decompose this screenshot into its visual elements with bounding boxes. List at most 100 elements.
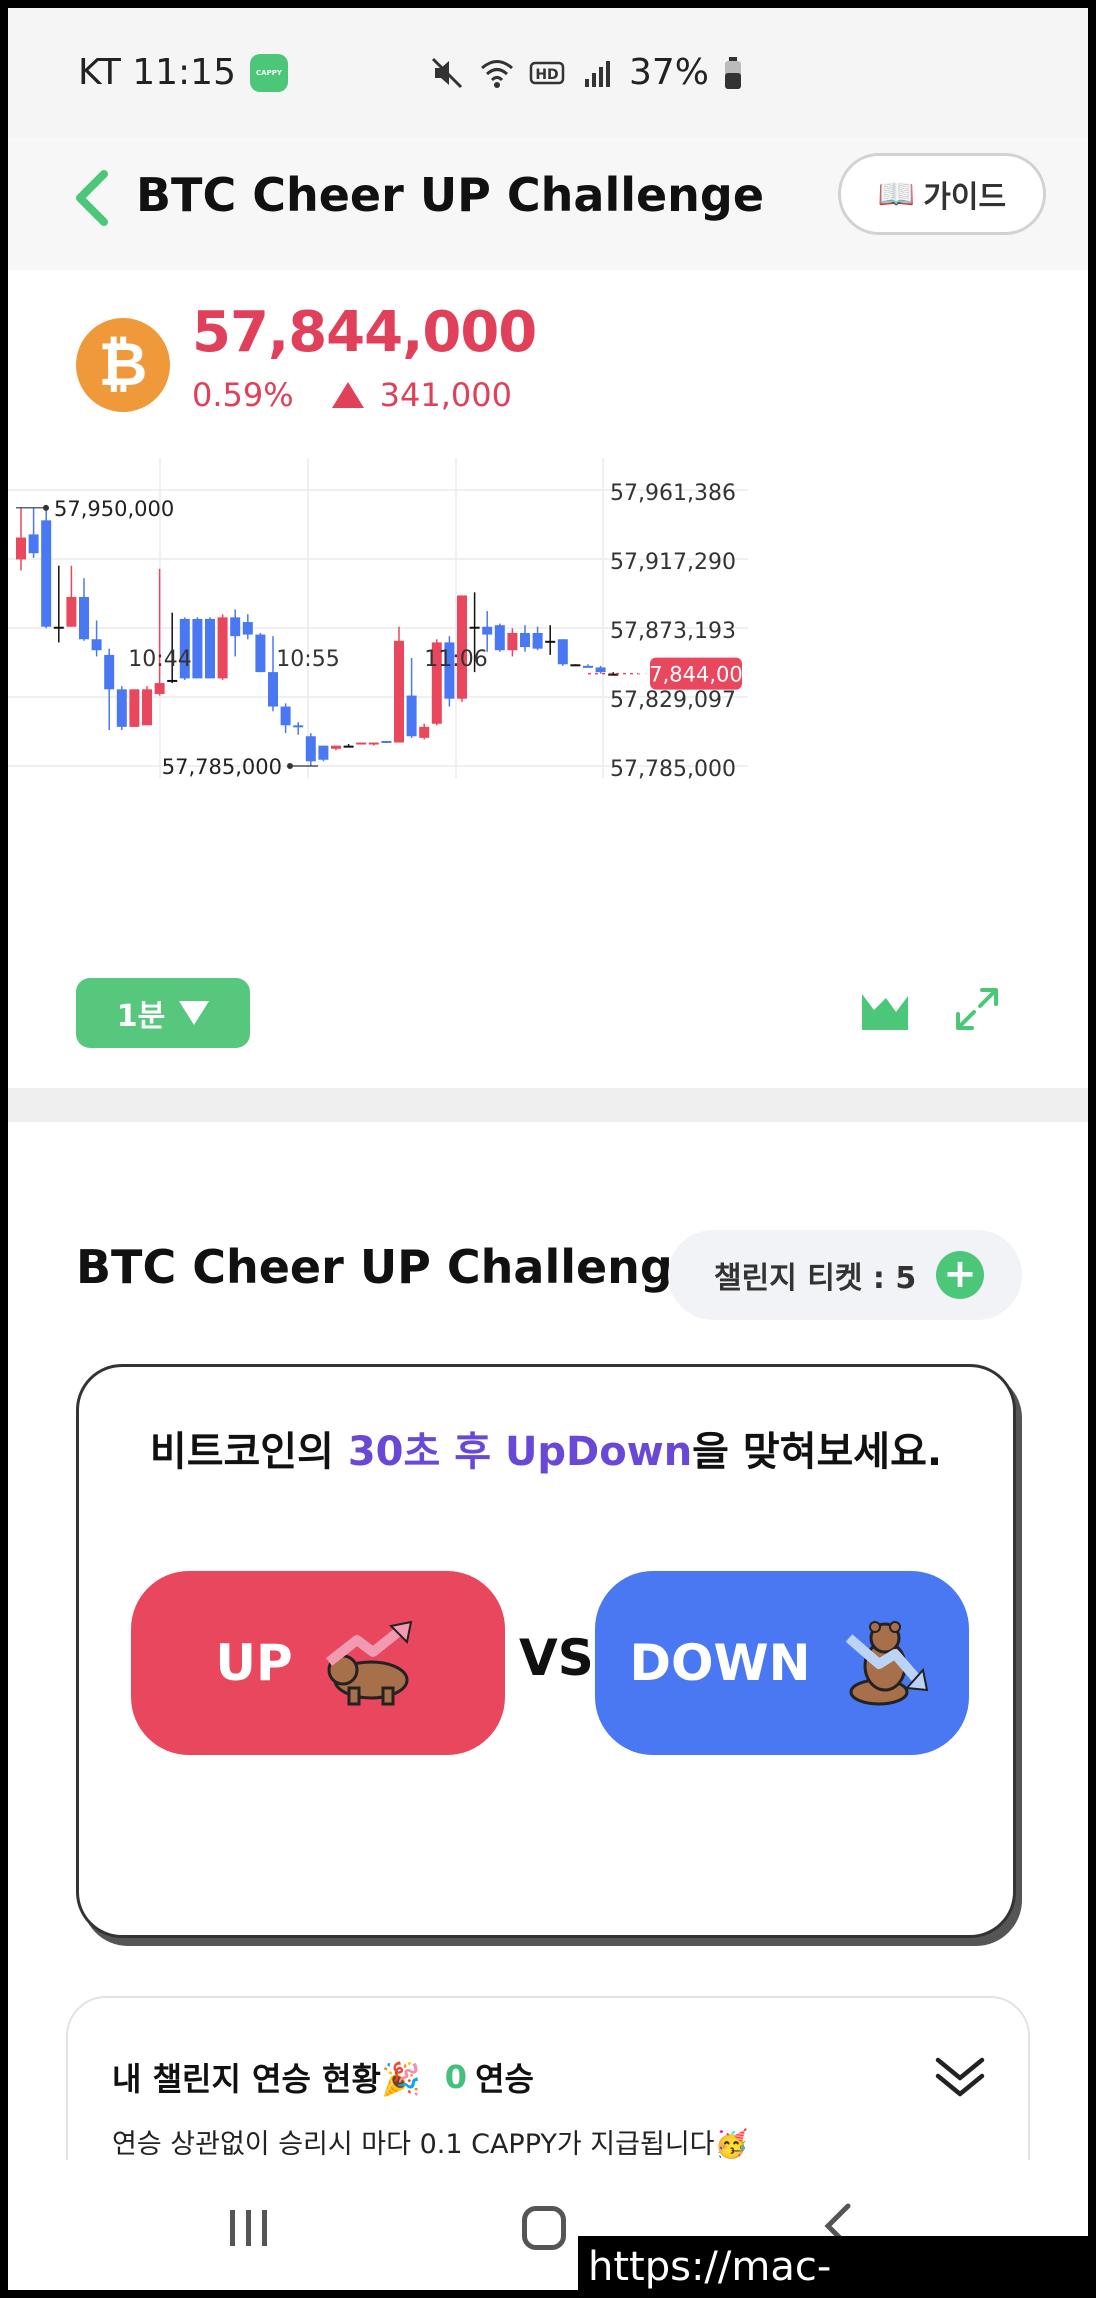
page-title: BTC Cheer UP Challenge — [136, 168, 765, 222]
battery-percent: 37% — [628, 52, 709, 93]
y-tick-label: 57,873,193 — [610, 619, 736, 644]
candle-body — [293, 725, 304, 728]
candle-body — [91, 639, 102, 651]
streak-count: 0 — [444, 2058, 468, 2096]
chart-candles — [16, 507, 619, 766]
candle-body — [142, 689, 152, 726]
status-bar: KT 11:15 CAPPY HD 37% — [8, 8, 1088, 138]
candle-body — [242, 622, 253, 635]
candle-body — [230, 617, 241, 637]
candle-body — [16, 537, 26, 560]
change-percent: 0.59% — [192, 376, 294, 414]
carrier-time: KT 11:15 — [78, 52, 236, 93]
battery-icon — [725, 56, 741, 89]
current-price-label: 57,844,000 — [636, 663, 756, 687]
y-tick-label: 57,917,290 — [610, 550, 736, 575]
price-change: 0.59% 341,000 — [192, 376, 512, 414]
candle-body — [66, 597, 77, 627]
candle-body — [570, 664, 581, 667]
svg-text:HD: HD — [535, 67, 558, 83]
ticket-label: 챌린지 티켓 : 5 — [714, 1261, 917, 1296]
x-tick-label: 11:06 — [424, 647, 487, 672]
high-label: 57,950,000 — [54, 497, 174, 521]
up-triangle-icon — [331, 382, 364, 408]
bull-up-icon — [325, 1620, 412, 1706]
y-tick-label: 57,785,000 — [610, 757, 736, 782]
candle-body — [53, 626, 64, 629]
question-prefix: 비트코인의 — [149, 1429, 348, 1475]
candle-body — [595, 667, 606, 673]
candle-body — [406, 695, 417, 737]
candle-body — [532, 632, 543, 649]
expand-icon[interactable] — [952, 984, 1002, 1034]
interval-label: 1분 — [116, 999, 166, 1034]
area-chart-icon[interactable] — [860, 984, 910, 1034]
guide-label: 가이드 — [923, 180, 1007, 215]
candle-body — [583, 665, 593, 668]
guide-button[interactable]: 📖 가이드 — [838, 153, 1046, 235]
change-amount: 341,000 — [379, 376, 512, 414]
recent-apps-icon[interactable] — [224, 2208, 274, 2248]
signal-icon — [584, 60, 610, 87]
watermark: https://mac-os.tistory.com — [578, 2236, 1088, 2290]
candle-body — [419, 726, 430, 738]
candle-body — [268, 672, 278, 707]
chart-labels: 57,961,386 57,917,290 57,873,193 57,829,097… — [16, 481, 756, 782]
vs-label: VS — [519, 1629, 594, 1687]
challenge-title: BTC Cheer UP Challenge — [76, 1240, 705, 1294]
candle-body — [41, 520, 52, 627]
current-price: 57,844,000 — [192, 300, 537, 365]
question-highlight: 30초 후 UpDown — [347, 1429, 693, 1475]
up-button[interactable]: UP — [131, 1571, 505, 1755]
candle-body — [318, 745, 329, 760]
candle-body — [469, 626, 480, 629]
candle-body — [167, 679, 178, 682]
double-chevron-down-icon[interactable] — [932, 2052, 988, 2100]
candle-body — [305, 736, 316, 762]
section-divider — [8, 1088, 1088, 1122]
cappy-app-icon: CAPPY — [250, 53, 288, 92]
interval-select-button[interactable]: 1분 — [76, 978, 250, 1048]
candle-body — [79, 597, 89, 640]
question-suffix: 을 맞혀보세요. — [692, 1429, 943, 1475]
candle-body — [129, 689, 140, 727]
back-arrow-icon[interactable] — [66, 166, 114, 230]
candlestick-chart[interactable]: 57,961,386 57,917,290 57,873,193 57,829,097… — [8, 458, 1088, 968]
book-icon: 📖 — [877, 176, 916, 212]
low-marker-dot — [287, 763, 293, 769]
streak-title-row: 내 챌린지 연승 현황🎉 0 연승 — [112, 2054, 534, 2100]
candle-body — [331, 745, 341, 749]
streak-unit: 연승 — [475, 2060, 534, 2098]
y-tick-label: 57,829,097 — [610, 688, 736, 713]
challenge-question: 비트코인의 30초 후 UpDown을 맞혀보세요. — [79, 1419, 1013, 1477]
candle-body — [217, 617, 228, 679]
down-label: DOWN — [629, 1634, 811, 1692]
down-button[interactable]: DOWN — [595, 1571, 969, 1755]
bitcoin-logo-icon: ₿ — [76, 318, 170, 412]
candle-body — [482, 626, 493, 635]
candle-body — [154, 683, 165, 695]
candle-body — [192, 618, 203, 679]
candle-body — [356, 742, 367, 745]
candle-body — [343, 745, 354, 748]
candle-body — [494, 625, 505, 651]
candle-body — [205, 618, 215, 679]
ticket-pill: 챌린지 티켓 : 5 + — [668, 1230, 1022, 1320]
mute-icon — [431, 57, 463, 88]
bear-down-icon — [845, 1621, 928, 1706]
candle-body — [381, 740, 392, 743]
phone-screen: KT 11:15 CAPPY HD 37% BTC Cheer UP Chall… — [8, 8, 1088, 2290]
candle-body — [545, 640, 556, 643]
candle-body — [507, 632, 518, 651]
x-tick-label: 10:55 — [276, 647, 339, 672]
candle-body — [557, 639, 568, 665]
home-icon[interactable] — [522, 2206, 566, 2250]
add-ticket-button[interactable]: + — [936, 1251, 984, 1299]
y-tick-label: 57,961,386 — [610, 481, 736, 506]
high-marker-dot — [43, 504, 49, 511]
candle-body — [255, 634, 266, 673]
candle-body — [116, 689, 127, 727]
candle-body — [520, 632, 530, 648]
up-label: UP — [215, 1634, 293, 1692]
low-label: 57,785,000 — [162, 755, 282, 779]
